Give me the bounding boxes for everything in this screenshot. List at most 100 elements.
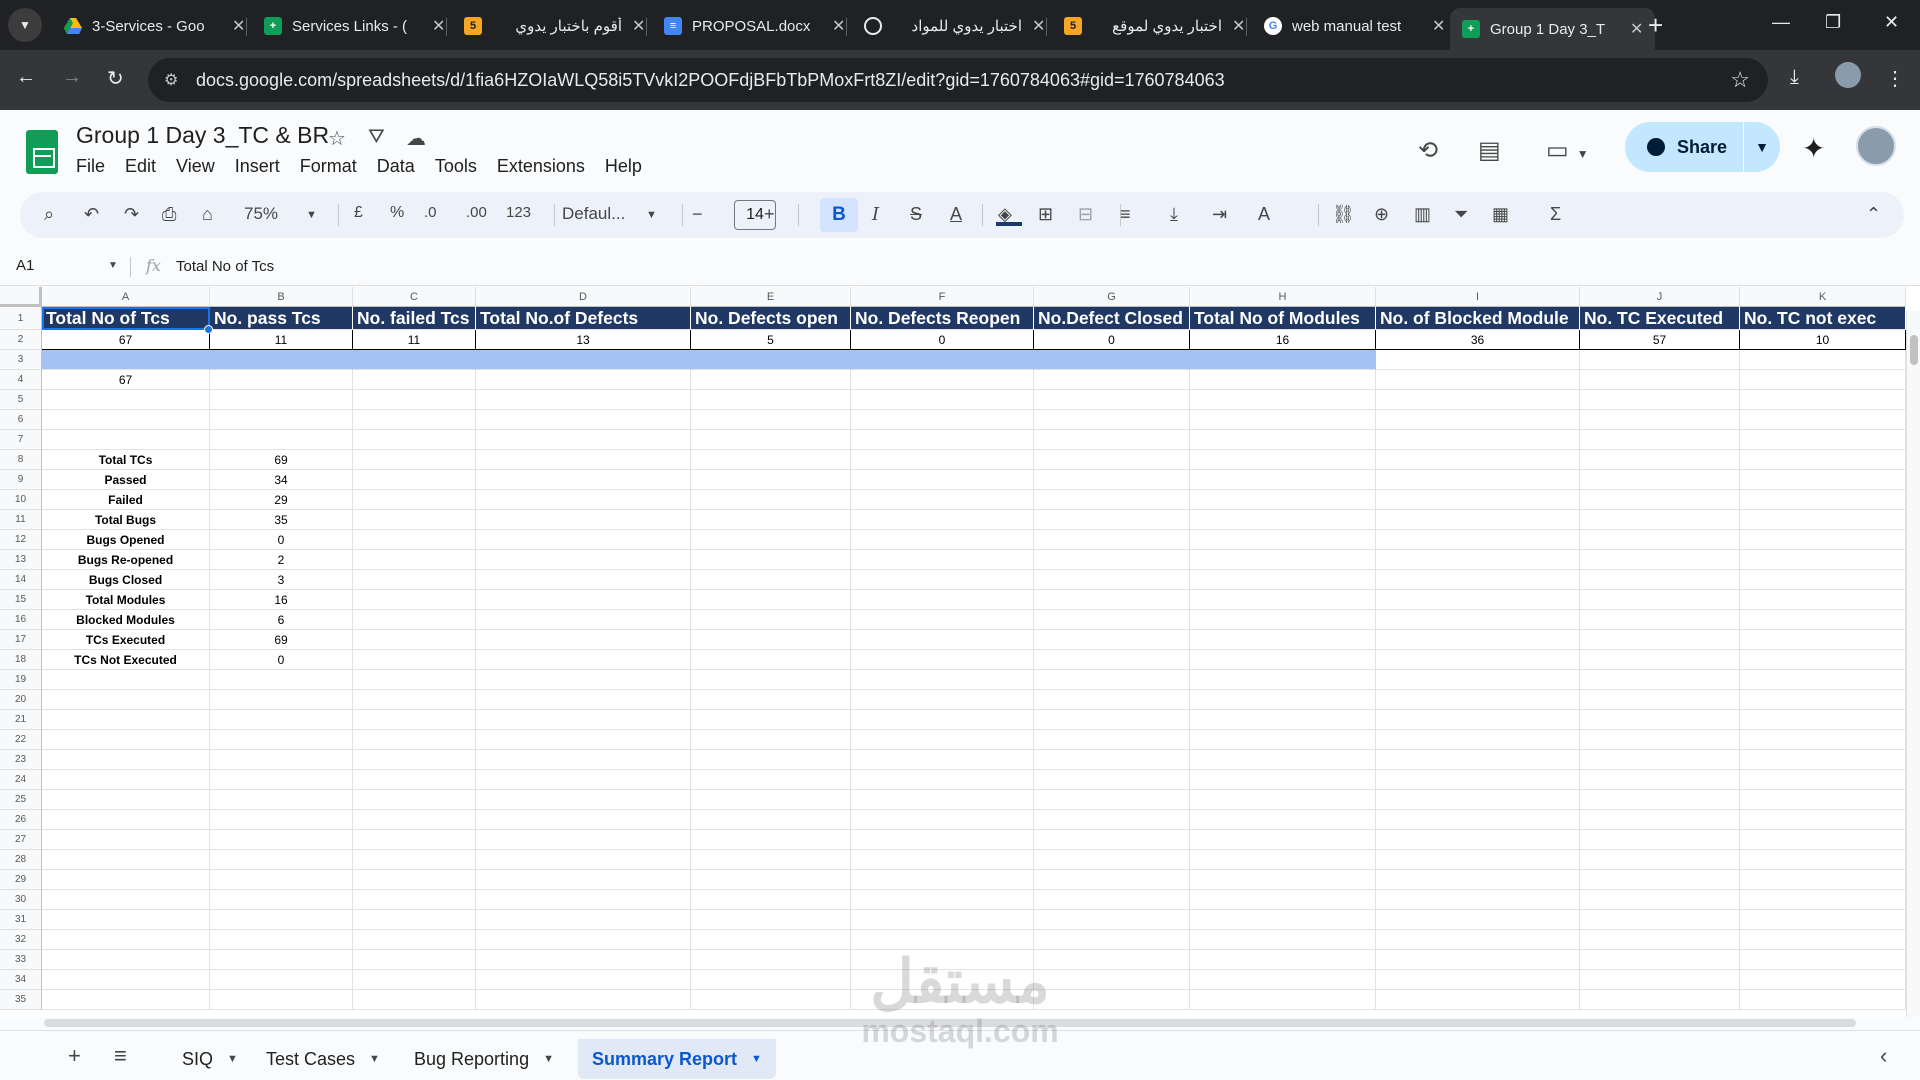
row-header[interactable]: 18 — [0, 650, 42, 670]
cell[interactable] — [1376, 930, 1580, 950]
row-header[interactable]: 5 — [0, 390, 42, 410]
cell[interactable] — [851, 890, 1034, 910]
fill-handle[interactable] — [204, 325, 213, 334]
row-header[interactable]: 17 — [0, 630, 42, 650]
row-header[interactable]: 28 — [0, 850, 42, 870]
cell[interactable] — [1740, 950, 1906, 970]
cell[interactable] — [1740, 850, 1906, 870]
cell[interactable] — [691, 870, 851, 890]
meet-camera-icon[interactable]: ▭ ▼ — [1546, 136, 1589, 165]
summary-value-cell[interactable]: 35 — [210, 510, 353, 530]
cell[interactable] — [691, 650, 851, 670]
cell[interactable] — [42, 930, 210, 950]
cell[interactable] — [1740, 990, 1906, 1010]
summary-label-cell[interactable]: TCs Executed — [42, 630, 210, 650]
header-cell[interactable]: No. Defects Reopen — [851, 307, 1034, 330]
cell[interactable] — [1740, 350, 1906, 370]
row-header[interactable]: 31 — [0, 910, 42, 930]
cell[interactable] — [1740, 930, 1906, 950]
cell[interactable] — [210, 750, 353, 770]
cell[interactable] — [42, 850, 210, 870]
cell[interactable] — [42, 810, 210, 830]
header-cell[interactable]: No. of Blocked Module — [1376, 307, 1580, 330]
star-icon[interactable]: ☆ — [328, 126, 346, 151]
comments-icon[interactable]: ▤ — [1478, 136, 1501, 165]
cell[interactable] — [42, 910, 210, 930]
cell[interactable] — [1034, 910, 1190, 930]
insert-comment-icon[interactable]: ⊕ — [1374, 204, 1389, 225]
cell[interactable] — [353, 630, 476, 650]
cell[interactable] — [476, 610, 691, 630]
add-sheet-plus-icon[interactable]: + — [68, 1043, 81, 1069]
cell[interactable] — [476, 670, 691, 690]
cell[interactable] — [476, 390, 691, 410]
cell[interactable] — [476, 630, 691, 650]
cell[interactable] — [42, 750, 210, 770]
cell[interactable] — [1190, 790, 1376, 810]
cell[interactable] — [353, 450, 476, 470]
cell[interactable] — [851, 870, 1034, 890]
header-cell[interactable]: No. pass Tcs — [210, 307, 353, 330]
sheet-tab-siq[interactable]: SIQ ▼ — [168, 1039, 252, 1079]
cell[interactable] — [1190, 390, 1376, 410]
cell[interactable] — [1376, 850, 1580, 870]
cell[interactable] — [851, 510, 1034, 530]
cell[interactable] — [353, 750, 476, 770]
cell[interactable] — [1190, 630, 1376, 650]
cell[interactable] — [1376, 990, 1580, 1010]
cell[interactable] — [353, 790, 476, 810]
cell[interactable] — [1740, 910, 1906, 930]
cell[interactable] — [476, 810, 691, 830]
cell[interactable] — [353, 650, 476, 670]
cell[interactable] — [476, 910, 691, 930]
cell[interactable] — [353, 610, 476, 630]
cell[interactable] — [42, 390, 210, 410]
cell[interactable] — [1190, 370, 1376, 390]
cell[interactable] — [691, 970, 851, 990]
cell[interactable] — [1190, 970, 1376, 990]
cell[interactable] — [1376, 650, 1580, 670]
cell[interactable] — [1740, 410, 1906, 430]
column-header[interactable]: H — [1190, 287, 1376, 307]
cell[interactable] — [1034, 590, 1190, 610]
cell[interactable] — [1740, 970, 1906, 990]
row-header[interactable]: 6 — [0, 410, 42, 430]
cell[interactable] — [1190, 530, 1376, 550]
cell[interactable] — [1740, 890, 1906, 910]
summary-label-cell[interactable]: Total TCs — [42, 450, 210, 470]
cell[interactable] — [476, 950, 691, 970]
cell[interactable] — [1740, 570, 1906, 590]
row-header[interactable]: 13 — [0, 550, 42, 570]
scroll-thumb[interactable] — [1910, 335, 1918, 365]
cell[interactable] — [1376, 390, 1580, 410]
cell[interactable] — [1190, 410, 1376, 430]
row-header[interactable]: 2 — [0, 330, 42, 350]
cell[interactable] — [1376, 830, 1580, 850]
column-header[interactable]: B — [210, 287, 353, 307]
cell[interactable] — [691, 570, 851, 590]
filter-icon[interactable]: ⏷ — [1454, 204, 1468, 225]
cell[interactable] — [1034, 830, 1190, 850]
header-cell[interactable]: No. failed Tcs — [353, 307, 476, 330]
paint-format-icon[interactable]: ⌂ — [202, 204, 213, 225]
cell[interactable] — [476, 410, 691, 430]
highlight-cell[interactable] — [691, 350, 851, 370]
cell[interactable] — [42, 950, 210, 970]
filter-views-icon[interactable]: ▦ — [1492, 204, 1509, 225]
cell[interactable] — [210, 410, 353, 430]
cell[interactable] — [1034, 710, 1190, 730]
vertical-align-icon[interactable]: ⤓ — [1170, 204, 1178, 225]
cell[interactable] — [1376, 470, 1580, 490]
cell[interactable] — [1034, 410, 1190, 430]
cell[interactable] — [1376, 690, 1580, 710]
functions-sigma-icon[interactable]: Σ — [1550, 204, 1561, 225]
cell[interactable] — [1190, 930, 1376, 950]
cell[interactable] — [42, 890, 210, 910]
cell[interactable] — [1190, 690, 1376, 710]
cell[interactable] — [1376, 870, 1580, 890]
cell[interactable] — [476, 850, 691, 870]
row-header[interactable]: 16 — [0, 610, 42, 630]
cell[interactable] — [476, 930, 691, 950]
cell[interactable] — [691, 410, 851, 430]
reload-icon[interactable]: ↻ — [107, 66, 124, 91]
